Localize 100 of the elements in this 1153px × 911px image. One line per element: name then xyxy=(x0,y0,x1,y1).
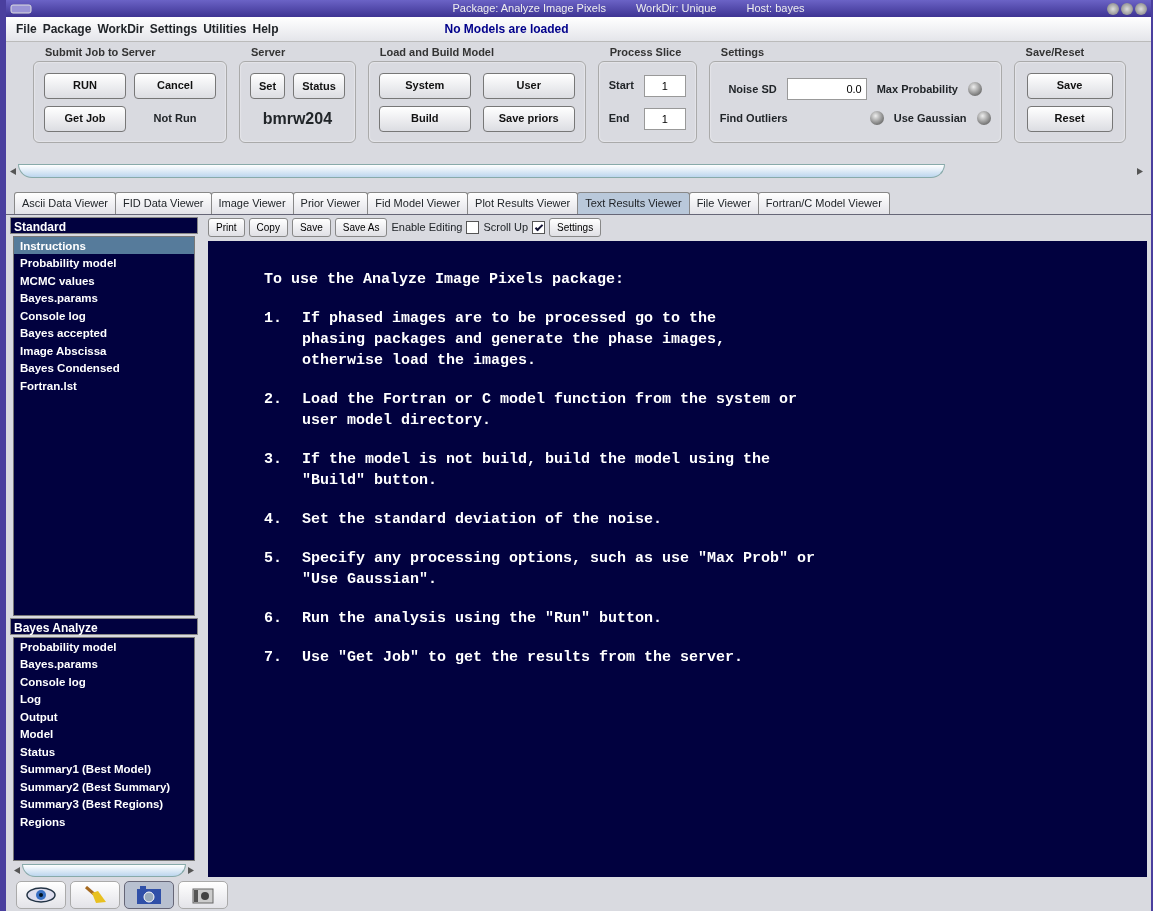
list-item[interactable]: Bayes Condensed xyxy=(14,359,194,377)
group-title: Load and Build Model xyxy=(378,45,496,60)
list-item[interactable]: Console log xyxy=(14,672,194,690)
step-text: Load the Fortran or C model function from the system or user model directory. xyxy=(302,389,798,431)
minimize-button[interactable] xyxy=(1107,2,1119,15)
tab[interactable]: FID Data Viewer xyxy=(115,192,212,214)
step-number: 5. xyxy=(264,548,283,569)
list-item[interactable]: Probability model xyxy=(14,637,194,655)
menu-item[interactable]: Utilities xyxy=(203,20,247,38)
noise-field[interactable]: 0.0 xyxy=(786,77,867,100)
list-item[interactable]: Bayes.params xyxy=(14,289,194,307)
indicator-light[interactable] xyxy=(968,81,982,96)
scroll-right-icon[interactable] xyxy=(1137,167,1143,175)
host-label: Host: bayes xyxy=(746,1,805,17)
save-reset-button[interactable]: Reset xyxy=(1026,105,1113,132)
toolbar-button[interactable]: Settings xyxy=(549,218,602,237)
tool-button[interactable] xyxy=(16,881,66,909)
tab[interactable]: Ascii Data Viewer xyxy=(14,192,116,214)
menu-item[interactable]: Package xyxy=(42,20,92,38)
camera-icon xyxy=(192,886,214,904)
checkbox-label: Scroll Up xyxy=(483,220,528,236)
list-item[interactable]: Regions xyxy=(14,812,194,830)
scroll-right-icon[interactable] xyxy=(188,866,194,874)
scroll-left-icon[interactable] xyxy=(14,866,20,874)
tab[interactable]: Fid Model Viewer xyxy=(367,192,469,214)
list-item[interactable]: Bayes.params xyxy=(14,655,194,673)
scrollbar-thumb[interactable] xyxy=(18,164,945,178)
indicator-light[interactable] xyxy=(976,111,991,125)
tab[interactable]: Fortran/C Model Viewer xyxy=(757,192,890,214)
indicator-label: Find Outliers xyxy=(719,110,789,126)
tab[interactable]: Plot Results Viewer xyxy=(467,192,579,214)
list-item[interactable]: Fortran.lst xyxy=(14,376,194,394)
model-button[interactable]: Build xyxy=(378,105,471,132)
list-item[interactable]: Output xyxy=(14,707,194,725)
indicator-label: Max Probability xyxy=(876,81,958,97)
step-number: 1. xyxy=(264,308,283,329)
toolbar-button[interactable]: Save As xyxy=(334,218,388,237)
list-item[interactable]: Summary2 (Best Summary) xyxy=(14,777,194,795)
eye-icon xyxy=(26,887,56,903)
window-title: Package: Analyze Image Pixels xyxy=(452,1,606,17)
list-item[interactable]: Summary3 (Best Regions) xyxy=(14,795,194,813)
list-item[interactable]: Model xyxy=(14,725,194,743)
menu-item[interactable]: Settings xyxy=(149,20,198,38)
list-item[interactable]: Console log xyxy=(14,306,194,324)
maximize-button[interactable] xyxy=(1121,2,1133,15)
model-button[interactable]: User xyxy=(482,72,575,99)
workdir-label: WorkDir: Unique xyxy=(635,1,717,17)
checkbox[interactable] xyxy=(466,221,480,234)
tab[interactable]: Text Results Viewer xyxy=(577,192,690,214)
tab[interactable]: File Viewer xyxy=(688,192,759,214)
tab[interactable]: Prior Viewer xyxy=(292,192,369,214)
checkbox[interactable] xyxy=(532,221,545,234)
tool-button[interactable] xyxy=(178,881,228,909)
toolbar-label: Enable Editing xyxy=(391,220,463,236)
toolbar-button[interactable]: Print xyxy=(208,218,245,237)
intro-text: To use the Analyze Image Pixels package: xyxy=(264,269,626,290)
list-item[interactable]: Log xyxy=(14,690,194,708)
scroll-left-icon[interactable] xyxy=(10,167,16,175)
menu-item[interactable]: File xyxy=(16,20,37,38)
group-title: Save/Reset xyxy=(1024,45,1086,60)
step-text: If the model is not build, build the model using the "Build" button. xyxy=(302,449,771,491)
step-text: Set the standard deviation of the noise. xyxy=(302,509,663,530)
model-button[interactable]: System xyxy=(378,72,471,99)
server-name: bmrw204 xyxy=(261,109,334,129)
server-button[interactable]: Status xyxy=(293,73,345,99)
job-button[interactable]: RUN xyxy=(44,72,126,99)
toolbar-button[interactable]: Save xyxy=(291,218,331,237)
server-button[interactable]: Set xyxy=(250,73,286,99)
model-status: No Models are loaded xyxy=(444,21,569,38)
toolbar-button[interactable]: Copy xyxy=(248,218,288,237)
save-reset-button[interactable]: Save xyxy=(1026,72,1113,99)
indicator-light[interactable] xyxy=(869,111,884,125)
group-title: Submit Job to Server xyxy=(44,45,157,60)
step-number: 6. xyxy=(264,608,283,629)
tool-button[interactable] xyxy=(124,881,174,909)
menu-item[interactable]: WorkDir xyxy=(97,20,144,38)
scrollbar-thumb[interactable] xyxy=(22,863,186,877)
menu-item[interactable]: Help xyxy=(252,20,279,38)
job-button[interactable]: Get Job xyxy=(44,105,126,132)
step-text: Use "Get Job" to get the results from the server. xyxy=(302,647,744,668)
model-button[interactable]: Save priors xyxy=(482,105,575,132)
close-button[interactable] xyxy=(1135,2,1147,15)
tab[interactable]: Image Viewer xyxy=(210,192,294,214)
list-item[interactable]: Status xyxy=(14,742,194,760)
job-button[interactable]: Cancel xyxy=(134,72,216,99)
field-label: Start xyxy=(608,78,634,94)
slice-field[interactable]: 1 xyxy=(643,107,686,130)
broom-icon xyxy=(83,886,107,904)
list-item[interactable]: Probability model xyxy=(14,254,194,272)
list-item[interactable]: Summary1 (Best Model) xyxy=(14,760,194,778)
step-text: If phased images are to be processed go to the phasing packages and generate the phase images, otherwise load the images. xyxy=(302,308,726,371)
list-item[interactable]: MCMC values xyxy=(14,271,194,289)
list-item[interactable]: Bayes accepted xyxy=(14,324,194,342)
list-header: Standard xyxy=(10,216,198,234)
list-item[interactable]: Instructions xyxy=(14,236,194,254)
step-number: 7. xyxy=(264,647,283,668)
step-number: 2. xyxy=(264,389,283,410)
list-item[interactable]: Image Abscissa xyxy=(14,341,194,359)
group-title: Server xyxy=(250,45,287,60)
slice-field[interactable]: 1 xyxy=(643,74,686,97)
